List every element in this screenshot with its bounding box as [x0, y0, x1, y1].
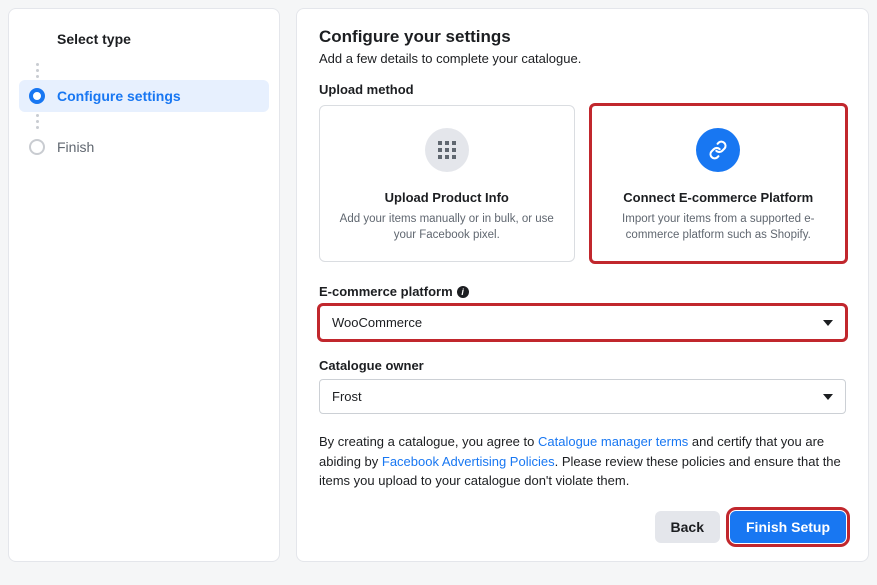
step-label: Finish — [57, 139, 94, 155]
field-label: Catalogue owner — [319, 358, 846, 373]
main-panel: Configure your settings Add a few detail… — [296, 8, 869, 562]
card-desc: Import your items from a supported e-com… — [608, 211, 830, 243]
footer-actions: Back Finish Setup — [319, 511, 846, 543]
link-icon — [696, 128, 740, 172]
select-value: WooCommerce — [332, 315, 422, 330]
upload-method-cards: Upload Product Info Add your items manua… — [319, 105, 846, 262]
legal-text: By creating a catalogue, you agree to Ca… — [319, 432, 846, 491]
app-root: Select type Configure settings Finish Co… — [8, 8, 869, 562]
step-finish[interactable]: Finish — [19, 131, 269, 163]
chevron-down-icon — [823, 320, 833, 326]
step-bullet-icon — [29, 88, 45, 104]
link-advertising-policies[interactable]: Facebook Advertising Policies — [382, 454, 555, 469]
catalogue-owner-field: Catalogue owner Frost — [319, 358, 846, 414]
ecommerce-platform-select[interactable]: WooCommerce — [319, 305, 846, 340]
back-button[interactable]: Back — [655, 511, 720, 543]
link-catalogue-terms[interactable]: Catalogue manager terms — [538, 434, 688, 449]
catalogue-owner-select[interactable]: Frost — [319, 379, 846, 414]
card-upload-product-info[interactable]: Upload Product Info Add your items manua… — [319, 105, 575, 262]
grid-icon — [425, 128, 469, 172]
step-label: Configure settings — [57, 88, 181, 104]
sidebar-heading: Select type — [19, 21, 269, 61]
info-icon[interactable]: i — [457, 286, 469, 298]
step-configure-settings[interactable]: Configure settings — [19, 80, 269, 112]
card-desc: Add your items manually or in bulk, or u… — [336, 211, 558, 243]
ecommerce-platform-field: E-commerce platform i WooCommerce — [319, 284, 846, 340]
card-title: Upload Product Info — [336, 190, 558, 205]
step-connector-icon — [19, 63, 269, 78]
page-subtitle: Add a few details to complete your catal… — [319, 51, 846, 66]
step-connector-icon — [19, 114, 269, 129]
field-label: E-commerce platform i — [319, 284, 846, 299]
chevron-down-icon — [823, 394, 833, 400]
card-connect-ecommerce[interactable]: Connect E-commerce Platform Import your … — [591, 105, 847, 262]
sidebar: Select type Configure settings Finish — [8, 8, 280, 562]
step-bullet-icon — [29, 139, 45, 155]
upload-method-label: Upload method — [319, 82, 846, 97]
page-title: Configure your settings — [319, 27, 846, 47]
finish-setup-button[interactable]: Finish Setup — [730, 511, 846, 543]
card-title: Connect E-commerce Platform — [608, 190, 830, 205]
select-value: Frost — [332, 389, 362, 404]
